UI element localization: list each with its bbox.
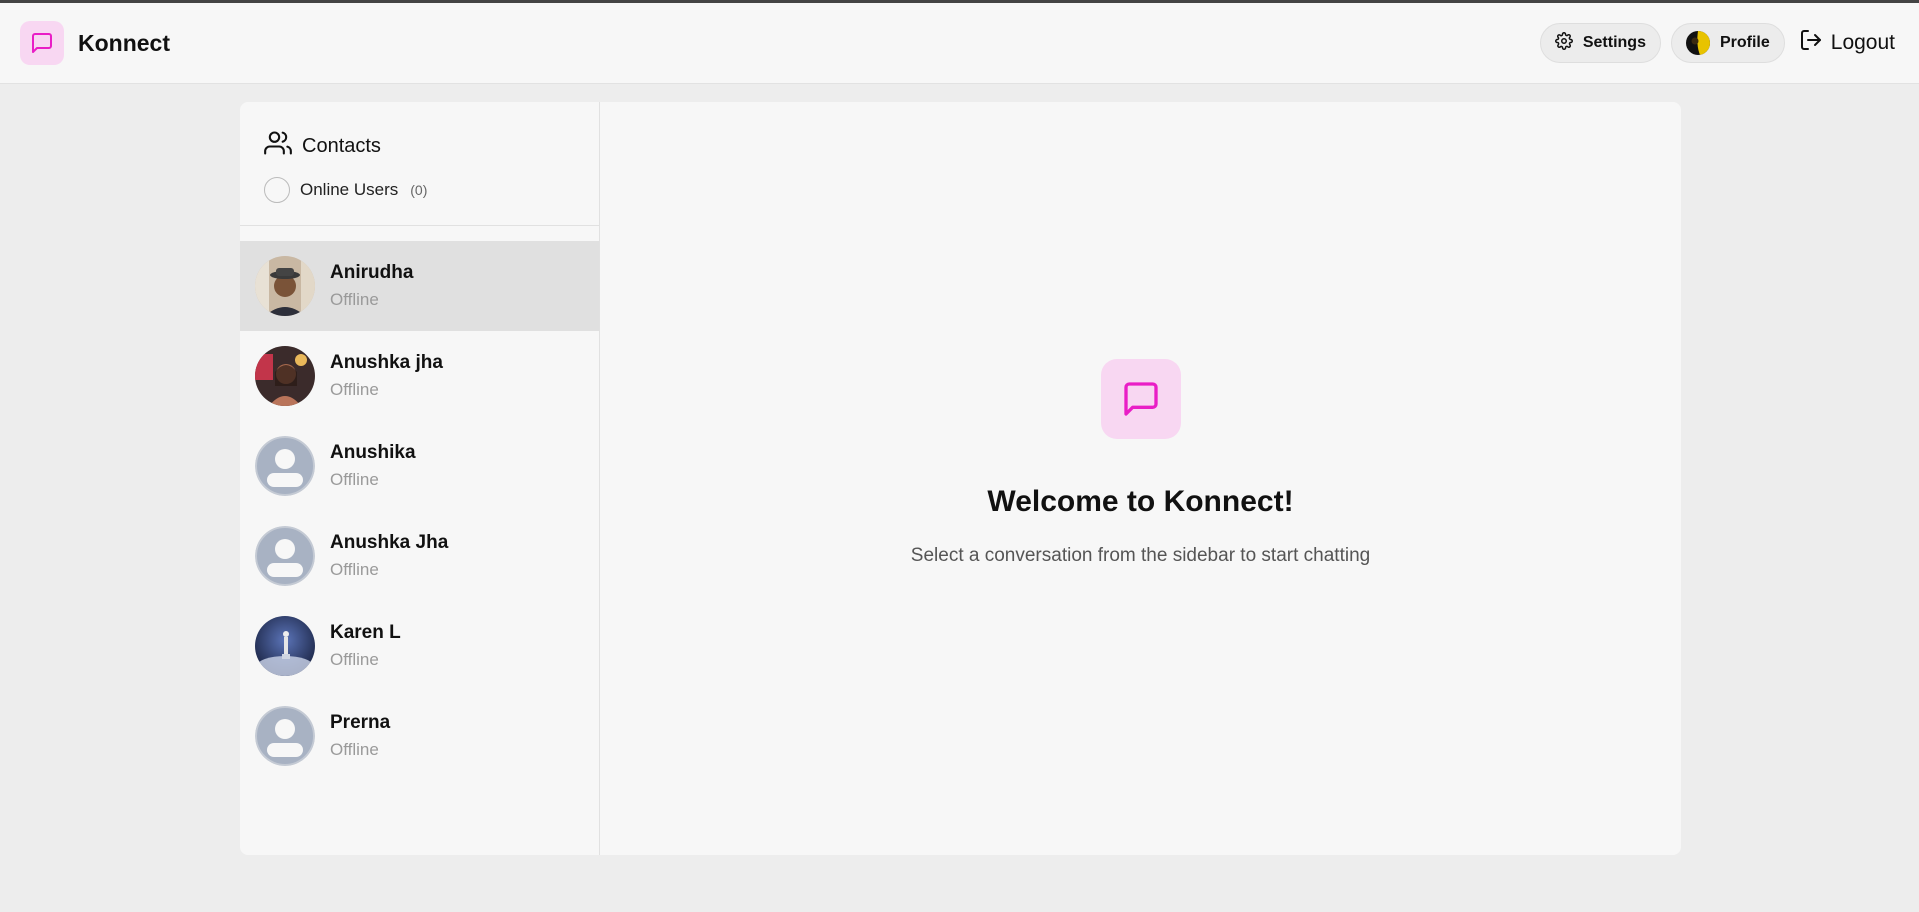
brand-link[interactable]: Konnect bbox=[20, 21, 170, 65]
logout-button[interactable]: Logout bbox=[1795, 28, 1899, 58]
contact-avatar bbox=[255, 616, 315, 676]
contacts-heading: Contacts bbox=[264, 129, 575, 163]
contact-status: Offline bbox=[330, 470, 379, 489]
settings-button[interactable]: Settings bbox=[1539, 23, 1661, 63]
top-navbar: Konnect Settings Profile Logout bbox=[0, 3, 1919, 84]
welcome-subtitle: Select a conversation from the sidebar t… bbox=[910, 545, 1371, 566]
default-avatar-icon bbox=[255, 526, 315, 586]
contact-info: Anirudha Offline bbox=[330, 262, 413, 310]
contact-item[interactable]: Anushika Offline bbox=[240, 421, 599, 511]
contact-info: Anushika Offline bbox=[330, 442, 416, 490]
profile-label: Profile bbox=[1719, 34, 1770, 51]
contact-status: Offline bbox=[330, 560, 379, 579]
online-users-toggle[interactable] bbox=[264, 177, 290, 203]
contact-item[interactable]: Karen L Offline bbox=[240, 601, 599, 691]
welcome-title: Welcome to Konnect! bbox=[987, 485, 1294, 518]
contact-name: Anushka jha bbox=[330, 352, 443, 373]
contact-name: Anirudha bbox=[330, 262, 414, 283]
chat-bubble-icon bbox=[1100, 359, 1181, 439]
chat-bubble-icon bbox=[20, 21, 64, 65]
default-avatar-icon bbox=[255, 436, 315, 496]
contact-name: Anushika bbox=[330, 442, 416, 463]
users-icon bbox=[264, 129, 292, 163]
online-users-count: (0) bbox=[410, 182, 428, 198]
online-users-label: Online Users bbox=[300, 180, 399, 199]
contact-item[interactable]: Prerna Offline bbox=[240, 691, 599, 781]
contact-item[interactable]: Anushka Jha Offline bbox=[240, 511, 599, 601]
contact-name: Prerna bbox=[330, 712, 391, 733]
profile-avatar bbox=[1685, 31, 1710, 55]
contact-status: Offline bbox=[330, 740, 379, 759]
contact-name: Karen L bbox=[330, 622, 401, 643]
contact-item[interactable]: Anushka jha Offline bbox=[240, 331, 599, 421]
header-actions: Settings Profile Logout bbox=[1539, 23, 1899, 63]
gear-icon bbox=[1554, 31, 1573, 55]
default-avatar-icon bbox=[255, 706, 315, 766]
logout-label: Logout bbox=[1830, 31, 1895, 54]
contact-avatar bbox=[255, 256, 315, 316]
contact-item[interactable]: Anirudha Offline bbox=[240, 241, 599, 331]
chat-panel: Contacts Online Users (0) Anirudha Offli… bbox=[240, 102, 1681, 855]
contact-status: Offline bbox=[330, 290, 379, 309]
contacts-title: Contacts bbox=[302, 134, 381, 157]
contact-info: Anushka Jha Offline bbox=[330, 532, 448, 580]
sidebar-header: Contacts Online Users (0) bbox=[240, 102, 599, 226]
contact-list: Anirudha Offline Anushka jha Offline Anu… bbox=[240, 226, 599, 781]
contact-info: Prerna Offline bbox=[330, 712, 390, 760]
settings-label: Settings bbox=[1582, 34, 1646, 51]
contact-name: Anushka Jha bbox=[330, 532, 449, 553]
contact-status: Offline bbox=[330, 380, 379, 399]
contact-info: Anushka jha Offline bbox=[330, 352, 443, 400]
contact-avatar bbox=[255, 346, 315, 406]
profile-button[interactable]: Profile bbox=[1670, 23, 1785, 63]
contact-status: Offline bbox=[330, 650, 379, 669]
logout-icon bbox=[1799, 28, 1823, 58]
brand-name: Konnect bbox=[78, 29, 170, 56]
contact-info: Karen L Offline bbox=[330, 622, 401, 670]
online-users-filter[interactable]: Online Users (0) bbox=[264, 177, 575, 203]
welcome-area: Welcome to Konnect! Select a conversatio… bbox=[600, 102, 1681, 855]
contacts-sidebar: Contacts Online Users (0) Anirudha Offli… bbox=[240, 102, 600, 855]
